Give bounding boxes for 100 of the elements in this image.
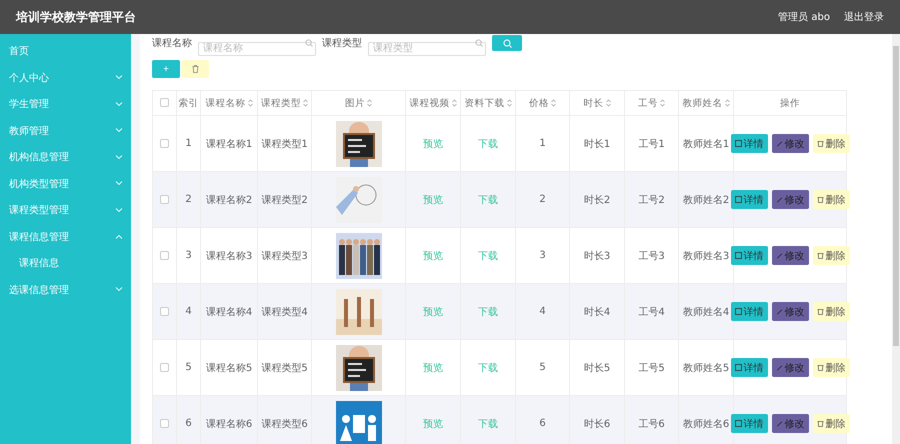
- pencil-icon: [776, 140, 782, 147]
- table-cell: 时长2: [584, 194, 610, 206]
- details-button[interactable]: 详情: [730, 190, 768, 209]
- pencil-icon: [776, 196, 782, 203]
- table-cell: 教师姓名2: [682, 194, 730, 206]
- logout-link[interactable]: 退出登录: [844, 10, 884, 24]
- details-button[interactable]: 详情: [730, 302, 768, 321]
- preview-link[interactable]: 预览: [423, 194, 443, 206]
- search-icon[interactable]: [305, 39, 313, 47]
- menu-item[interactable]: 教师管理: [0, 118, 131, 144]
- checkbox[interactable]: [160, 362, 169, 372]
- delete-button[interactable]: [181, 60, 209, 78]
- document-icon: [734, 308, 742, 315]
- table-cell: 工号6: [638, 418, 665, 430]
- table-cell: 教师姓名5: [682, 362, 730, 374]
- sort-icon[interactable]: [724, 99, 730, 107]
- menu-item[interactable]: 机构类型管理: [0, 170, 131, 197]
- table-cell: 课程类型3: [261, 250, 308, 262]
- preview-link[interactable]: 预览: [423, 362, 443, 374]
- table-cell: 工号4: [638, 306, 665, 318]
- edit-button[interactable]: 修改: [772, 134, 808, 153]
- delete-button[interactable]: 删除: [812, 190, 850, 209]
- details-button[interactable]: 详情: [730, 134, 768, 153]
- preview-link[interactable]: 预览: [423, 138, 443, 150]
- sort-icon[interactable]: [303, 99, 308, 107]
- pencil-icon: [776, 420, 782, 427]
- table-cell: 教师姓名4: [682, 306, 730, 318]
- submenu-item[interactable]: 课程信息: [0, 250, 131, 276]
- document-icon: [734, 196, 742, 203]
- checkbox[interactable]: [160, 306, 169, 316]
- table-cell: 工号3: [638, 250, 665, 262]
- table-cell: 2: [539, 194, 546, 205]
- table-cell: 工号1: [638, 138, 665, 150]
- sort-icon[interactable]: [506, 99, 512, 107]
- table-cell: 教师姓名1: [682, 138, 730, 150]
- menu-item[interactable]: 机构信息管理: [0, 144, 131, 170]
- checkbox[interactable]: [160, 138, 169, 148]
- menu-item[interactable]: 学生管理: [0, 91, 131, 118]
- download-link[interactable]: 下载: [478, 138, 498, 150]
- sort-icon[interactable]: [452, 99, 456, 107]
- add-button[interactable]: +: [152, 60, 180, 78]
- delete-button[interactable]: 删除: [812, 302, 850, 321]
- download-link[interactable]: 下载: [478, 362, 498, 374]
- details-button[interactable]: 详情: [730, 358, 768, 377]
- menu-item[interactable]: 首页: [0, 38, 131, 64]
- trash-icon: [816, 420, 824, 427]
- table-cell: 4: [539, 306, 546, 317]
- table-cell: 时长1: [584, 138, 610, 150]
- checkbox[interactable]: [160, 418, 169, 428]
- trash-icon: [816, 308, 824, 315]
- download-link[interactable]: 下载: [478, 250, 498, 262]
- sort-icon[interactable]: [606, 99, 610, 107]
- column-header: 操作: [780, 96, 800, 110]
- edit-button[interactable]: 修改: [772, 302, 808, 321]
- table-cell: 课程名称5: [206, 362, 252, 374]
- edit-button[interactable]: 修改: [772, 190, 808, 209]
- column-header[interactable]: 图片: [345, 96, 372, 110]
- download-link[interactable]: 下载: [478, 194, 498, 206]
- details-button[interactable]: 详情: [730, 246, 768, 265]
- checkbox[interactable]: [160, 250, 169, 260]
- download-link[interactable]: 下载: [478, 418, 498, 430]
- search-field[interactable]: 课程名称: [198, 42, 316, 56]
- delete-button[interactable]: 删除: [812, 414, 850, 433]
- table-cell: 5: [539, 362, 546, 373]
- sort-icon[interactable]: [660, 99, 665, 107]
- menu-item[interactable]: 课程信息管理: [0, 224, 131, 250]
- delete-button[interactable]: 删除: [812, 358, 850, 377]
- field-label: 课程名称: [152, 37, 192, 50]
- table-cell: 工号5: [638, 362, 665, 374]
- delete-button[interactable]: 删除: [812, 134, 850, 153]
- menu-item[interactable]: 选课信息管理: [0, 276, 131, 303]
- search-field[interactable]: 课程类型: [368, 42, 486, 56]
- table-cell: 课程类型4: [261, 306, 308, 318]
- trash-icon: [816, 196, 824, 203]
- edit-button[interactable]: 修改: [772, 414, 808, 433]
- menu-item[interactable]: 个人中心: [0, 64, 131, 91]
- preview-link[interactable]: 预览: [423, 250, 443, 262]
- document-icon: [734, 140, 742, 147]
- table-cell: 6: [185, 418, 192, 429]
- checkbox[interactable]: [160, 98, 169, 108]
- details-button[interactable]: 详情: [730, 414, 768, 433]
- search-button[interactable]: [492, 35, 522, 51]
- search-icon[interactable]: [475, 39, 483, 47]
- edit-button[interactable]: 修改: [772, 358, 808, 377]
- trash-icon: [192, 65, 198, 73]
- sort-icon[interactable]: [367, 99, 372, 107]
- table-cell: 课程类型1: [261, 138, 308, 150]
- trash-icon: [816, 364, 824, 371]
- table-cell: 4: [185, 306, 192, 317]
- table-cell: 课程名称4: [206, 306, 252, 318]
- table-cell: 3: [539, 250, 546, 261]
- sort-icon[interactable]: [551, 99, 556, 107]
- download-link[interactable]: 下载: [478, 306, 498, 318]
- preview-link[interactable]: 预览: [423, 306, 443, 318]
- sort-icon[interactable]: [248, 99, 252, 107]
- menu-item[interactable]: 课程类型管理: [0, 197, 131, 224]
- delete-button[interactable]: 删除: [812, 246, 850, 265]
- preview-link[interactable]: 预览: [423, 418, 443, 430]
- checkbox[interactable]: [160, 194, 169, 204]
- edit-button[interactable]: 修改: [772, 246, 808, 265]
